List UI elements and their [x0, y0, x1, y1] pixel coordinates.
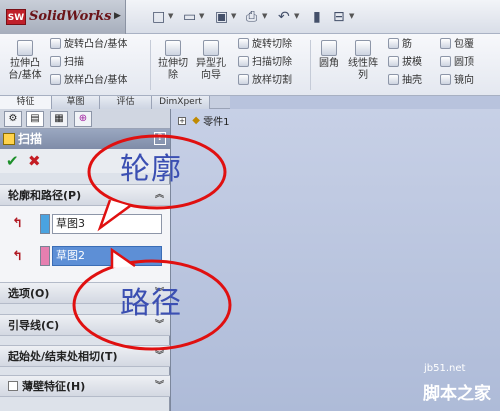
- extruded-boss-button[interactable]: 拉伸凸台/基体: [8, 40, 42, 82]
- swept-cut-button[interactable]: 扫描切除: [238, 56, 292, 70]
- extruded-cut-icon: [165, 40, 181, 56]
- profile-field[interactable]: 草图3: [52, 214, 162, 234]
- options-dropdown-icon[interactable]: ▼: [349, 12, 354, 20]
- dome-icon: [440, 56, 451, 67]
- swept-cut-icon: [238, 56, 249, 67]
- section-tangency[interactable]: 起始处/结束处相切(T) ︾: [0, 345, 170, 367]
- wrap-icon: [440, 38, 451, 49]
- mirror-button[interactable]: 镜向: [440, 74, 474, 88]
- sweep-icon: [3, 133, 15, 145]
- sweep-icon: [50, 56, 61, 67]
- shell-icon: [388, 74, 399, 85]
- sweep-title: 扫描 ?: [0, 129, 170, 149]
- linear-pattern-icon: [355, 40, 371, 56]
- expand-chevron-icon[interactable]: ︾: [155, 376, 164, 397]
- extruded-cut-button[interactable]: 拉伸切除: [156, 40, 190, 82]
- revolved-cut-button[interactable]: 旋转切除: [238, 38, 292, 52]
- rebuild-icon[interactable]: ▮: [313, 8, 321, 26]
- print-icon[interactable]: ⎙: [246, 8, 257, 26]
- profile-path-body: ↰ 草图3 ↰ 草图2: [0, 206, 170, 282]
- menu-arrow-icon: ▶: [114, 11, 121, 21]
- tab-sketch[interactable]: 草图: [52, 96, 100, 109]
- wrap-button[interactable]: 包覆: [440, 38, 474, 52]
- section-thin-feature[interactable]: 薄壁特征(H) ︾: [0, 375, 170, 397]
- dimxpert-tab-icon[interactable]: ⊕: [74, 111, 92, 127]
- sweep-button[interactable]: 扫描: [50, 56, 84, 70]
- command-manager: 拉伸凸台/基体 旋转凸台/基体 扫描 放样凸台/基体 拉伸切除 异型孔向导 旋转…: [0, 34, 500, 96]
- lofted-boss-icon: [50, 74, 61, 85]
- dome-button[interactable]: 圆顶: [440, 56, 474, 70]
- hole-wizard-button[interactable]: 异型孔向导: [194, 40, 228, 82]
- lofted-cut-icon: [238, 74, 249, 85]
- thin-feature-checkbox[interactable]: [8, 381, 18, 391]
- command-manager-tabs: 特征 草图 评估 DimXpert: [0, 96, 230, 109]
- fillet-button[interactable]: 圆角: [312, 40, 346, 70]
- mirror-icon: [440, 74, 451, 85]
- undo-dropdown-icon[interactable]: ▼: [294, 12, 299, 20]
- save-icon[interactable]: ▣: [215, 8, 228, 26]
- ribbon-separator: [310, 40, 311, 90]
- open-dropdown-icon[interactable]: ▼: [199, 12, 204, 20]
- undo-icon[interactable]: ↶: [278, 8, 290, 26]
- save-dropdown-icon[interactable]: ▼: [231, 12, 236, 20]
- draft-button[interactable]: 拔模: [388, 56, 422, 70]
- rib-icon: [388, 38, 399, 49]
- collapse-chevron-icon[interactable]: ︽: [155, 185, 164, 206]
- open-document-icon[interactable]: ▭: [183, 8, 196, 26]
- solidworks-logo-icon: SW: [6, 9, 26, 25]
- path-color-swatch: [40, 246, 50, 266]
- feature-tree-tab-icon[interactable]: ⚙: [4, 111, 22, 127]
- help-icon[interactable]: ?: [154, 132, 166, 145]
- expand-icon[interactable]: +: [178, 116, 186, 125]
- hole-wizard-icon: [203, 40, 219, 56]
- tab-features[interactable]: 特征: [0, 96, 52, 109]
- property-manager-tab-icon[interactable]: ▤: [26, 111, 44, 127]
- configuration-tab-icon[interactable]: ▦: [50, 111, 68, 127]
- panel-tabs: ⚙ ▤ ▦ ⊕: [0, 109, 170, 129]
- path-field[interactable]: 草图2: [52, 246, 162, 266]
- revolved-boss-icon: [50, 38, 61, 49]
- extruded-boss-icon: [17, 40, 33, 56]
- print-dropdown-icon[interactable]: ▼: [262, 12, 267, 20]
- profile-callout-text: 轮廓: [120, 152, 182, 187]
- fillet-icon: [321, 40, 337, 56]
- profile-icon: ↰: [12, 216, 23, 231]
- app-title: SolidWorks: [29, 9, 112, 24]
- profile-color-swatch: [40, 214, 50, 234]
- path-callout-text: 路径: [120, 286, 182, 321]
- path-icon: ↰: [12, 249, 23, 264]
- tab-evaluate[interactable]: 评估: [100, 96, 152, 109]
- revolved-cut-icon: [238, 38, 249, 49]
- feature-tree-part[interactable]: + ◆ 零件1: [178, 113, 229, 128]
- ok-check-icon[interactable]: ✔: [6, 152, 19, 170]
- part-icon: ◆: [192, 115, 200, 126]
- lofted-boss-button[interactable]: 放样凸台/基体: [50, 74, 127, 88]
- lofted-cut-button[interactable]: 放样切割: [238, 74, 292, 88]
- ribbon-separator: [150, 40, 151, 90]
- solidworks-logo-menu[interactable]: SW SolidWorks ▶: [0, 0, 126, 34]
- new-dropdown-icon[interactable]: ▼: [168, 12, 173, 20]
- watermark-brand: 脚本之家: [423, 384, 491, 404]
- rib-button[interactable]: 筋: [388, 38, 412, 52]
- linear-pattern-button[interactable]: 线性阵列: [346, 40, 380, 82]
- part-name: 零件1: [203, 117, 230, 128]
- title-bar: SW SolidWorks ▶ □ ▼ ▭ ▼ ▣ ▼ ⎙ ▼ ↶ ▼ ▮ ⊟ …: [0, 0, 500, 34]
- new-document-icon[interactable]: □: [152, 8, 165, 26]
- revolved-boss-button[interactable]: 旋转凸台/基体: [50, 38, 127, 52]
- cancel-x-icon[interactable]: ✖: [28, 152, 41, 170]
- draft-icon: [388, 56, 399, 67]
- tab-dimxpert[interactable]: DimXpert: [152, 96, 210, 109]
- shell-button[interactable]: 抽壳: [388, 74, 422, 88]
- watermark-site: jb51.net: [424, 363, 466, 374]
- expand-chevron-icon[interactable]: ︾: [155, 346, 164, 367]
- options-icon[interactable]: ⊟: [333, 8, 345, 26]
